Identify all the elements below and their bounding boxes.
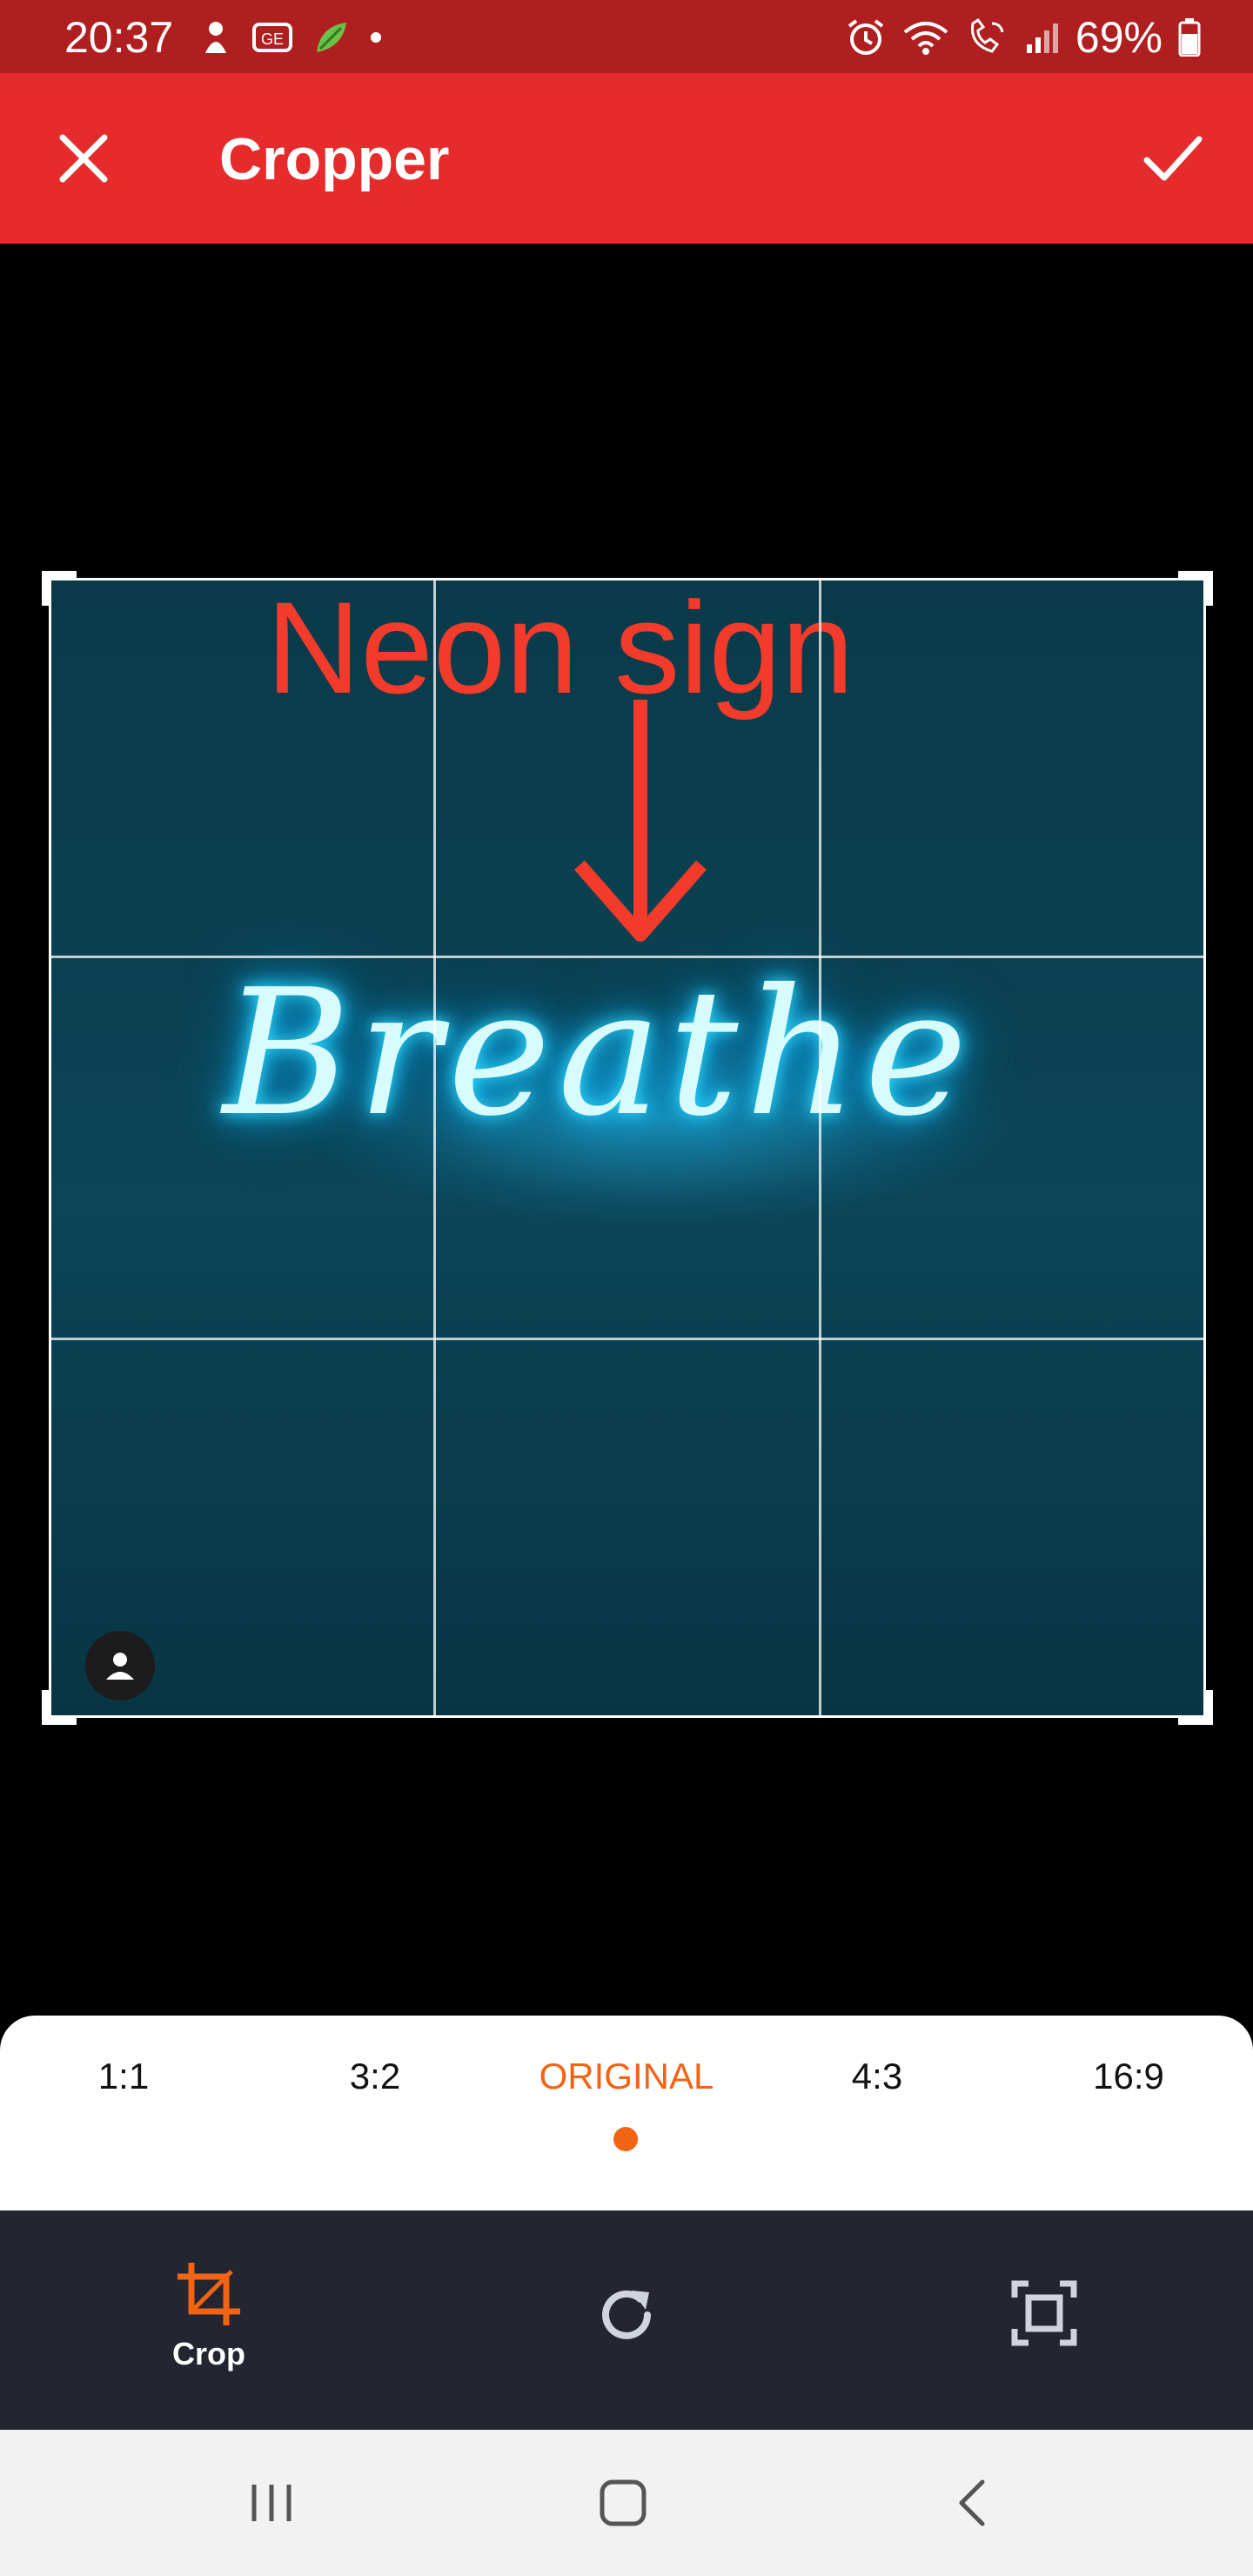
more-notifications-dot [371, 32, 381, 43]
rotate-tool-button[interactable] [590, 2280, 663, 2350]
wifi-calling-icon [970, 18, 1004, 53]
system-icons: 69% [846, 12, 1201, 63]
crop-handle-bottom-left[interactable] [42, 1690, 77, 1725]
home-button[interactable] [588, 2468, 658, 2538]
rotate-icon [602, 2290, 651, 2339]
page-title: Cropper [219, 126, 450, 192]
svg-text:GE: GE [261, 30, 284, 48]
wifi-icon [903, 22, 948, 55]
recents-icon [251, 2485, 291, 2521]
crop-icon [178, 2263, 240, 2325]
status-bar: 20:37 GE 69% [0, 0, 1253, 73]
crop-handle-bottom-right[interactable] [1178, 1690, 1213, 1725]
ratio-option-16-9[interactable]: 16:9 [1024, 2056, 1233, 2097]
crop-frame[interactable] [49, 578, 1206, 1718]
battery-icon [1178, 18, 1201, 57]
game-icon: GE [252, 23, 292, 52]
aspect-ratio-bar: 1:1 3:2 ORIGINAL 4:3 16:9 [0, 2016, 1253, 2210]
ratio-option-3-2[interactable]: 3:2 [271, 2056, 479, 2097]
leaf-icon [317, 23, 346, 52]
status-time: 20:37 [64, 13, 174, 62]
back-button[interactable] [938, 2468, 1008, 2538]
selected-ratio-indicator [613, 2127, 638, 2151]
crop-tool-button[interactable]: Crop [165, 2259, 252, 2372]
close-button[interactable] [49, 124, 118, 193]
signal-icon [1026, 23, 1058, 53]
notification-icons: GE [198, 17, 381, 57]
home-icon [600, 2479, 647, 2526]
crop-handle-top-left[interactable] [42, 571, 77, 606]
pill-icon [205, 22, 226, 53]
system-nav-bar [0, 2430, 1253, 2576]
app-bar: Cropper [0, 73, 1253, 244]
recents-button[interactable] [237, 2468, 306, 2538]
editor-toolbar: Crop [0, 2210, 1253, 2430]
alarm-icon [848, 19, 884, 55]
battery-percent: 69% [1075, 13, 1163, 62]
ratio-option-4-3[interactable]: 4:3 [773, 2056, 982, 2097]
crop-handle-top-right[interactable] [1178, 571, 1213, 606]
ratio-option-1-1[interactable]: 1:1 [19, 2056, 228, 2097]
back-icon [959, 2479, 985, 2526]
confirm-button[interactable] [1136, 122, 1209, 195]
close-icon [59, 134, 108, 183]
fit-tool-button[interactable] [1009, 2280, 1079, 2346]
check-icon [1143, 136, 1203, 181]
fit-icon [1011, 2280, 1077, 2346]
crop-tool-label: Crop [172, 2336, 245, 2371]
ratio-option-original[interactable]: ORIGINAL [522, 2056, 731, 2097]
